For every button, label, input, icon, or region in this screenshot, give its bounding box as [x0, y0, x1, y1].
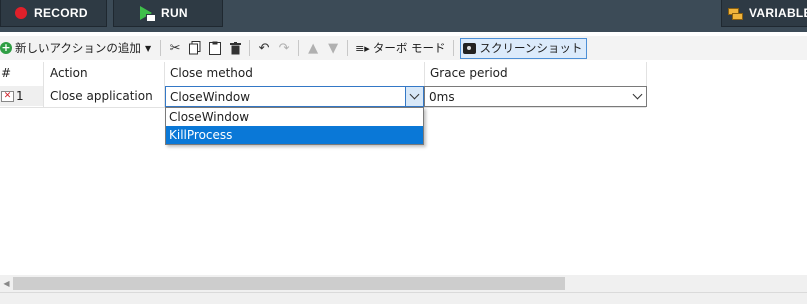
turbo-icon: ≡▸: [355, 41, 370, 55]
row-number: 1: [16, 89, 24, 103]
toolbar-separator: [160, 40, 162, 56]
caret-down-icon: ▼: [144, 43, 152, 53]
record-icon: [15, 7, 27, 19]
chevron-down-icon[interactable]: [405, 87, 423, 106]
toolbar-separator: [347, 40, 349, 56]
toolbar-separator: [298, 40, 300, 56]
run-icon: [139, 6, 156, 22]
screenshot-label: スクリーンショット: [479, 41, 583, 55]
grace-period-combobox[interactable]: 0ms: [424, 86, 647, 107]
toolbar-separator: [249, 40, 251, 56]
close-method-value: CloseWindow: [170, 89, 251, 104]
close-method-dropdown-list: CloseWindow KillProcess: [165, 107, 424, 145]
horizontal-scrollbar[interactable]: ◀: [0, 275, 807, 292]
camera-icon: [462, 42, 476, 54]
paste-icon[interactable]: [206, 39, 224, 57]
column-divider: [43, 62, 44, 107]
screenshot-button[interactable]: スクリーンショット: [459, 37, 588, 59]
variables-button[interactable]: VARIABLE: [721, 0, 807, 27]
header-close-method[interactable]: Close method: [170, 62, 253, 84]
run-button[interactable]: RUN: [113, 0, 223, 27]
undo-icon[interactable]: ↶: [255, 39, 273, 57]
delete-icon[interactable]: [226, 39, 244, 57]
action-toolbar: + 新しいアクションの追加 ▼ ✂ ↶ ↷ ▲ ▼ ≡▸ ターボ モード スクリ…: [0, 36, 807, 60]
status-bar: [0, 292, 807, 304]
turbo-mode-label: ターボ モード: [372, 41, 446, 55]
scrollbar-thumb[interactable]: [13, 277, 565, 290]
run-label: RUN: [161, 6, 188, 20]
error-x-icon: ✕: [1, 91, 14, 102]
header-num: #: [1, 66, 12, 80]
header-action: Action: [50, 66, 88, 80]
record-button[interactable]: RECORD: [0, 0, 107, 27]
add-action-button[interactable]: + 新しいアクションの追加 ▼: [0, 40, 156, 56]
turbo-mode-button[interactable]: ≡▸ ターボ モード: [355, 40, 445, 56]
close-method-combobox[interactable]: CloseWindow: [165, 86, 424, 107]
dropdown-option-closewindow[interactable]: CloseWindow: [166, 108, 423, 126]
scroll-left-icon[interactable]: ◀: [0, 275, 13, 292]
plus-icon: +: [0, 41, 12, 54]
record-label: RECORD: [34, 6, 88, 20]
variables-icon: [728, 7, 743, 20]
variables-label: VARIABLE: [749, 6, 807, 20]
header-grace-period[interactable]: Grace period: [430, 62, 508, 84]
add-action-label: 新しいアクションの追加: [15, 41, 141, 55]
row-action-name[interactable]: Close application: [50, 85, 153, 107]
top-bar: RECORD RUN VARIABLE: [0, 0, 807, 32]
grace-period-value: 0ms: [429, 89, 455, 104]
actions-grid: # Action Close method Grace period ✕ 1 C…: [0, 62, 807, 275]
move-up-icon[interactable]: ▲: [304, 39, 322, 57]
copy-icon[interactable]: [186, 39, 204, 57]
redo-icon[interactable]: ↷: [275, 39, 293, 57]
chevron-down-icon[interactable]: [629, 87, 646, 106]
dropdown-option-killprocess[interactable]: KillProcess: [166, 126, 423, 144]
cut-icon[interactable]: ✂: [166, 39, 184, 57]
toolbar-separator: [452, 40, 454, 56]
move-down-icon[interactable]: ▼: [324, 39, 342, 57]
